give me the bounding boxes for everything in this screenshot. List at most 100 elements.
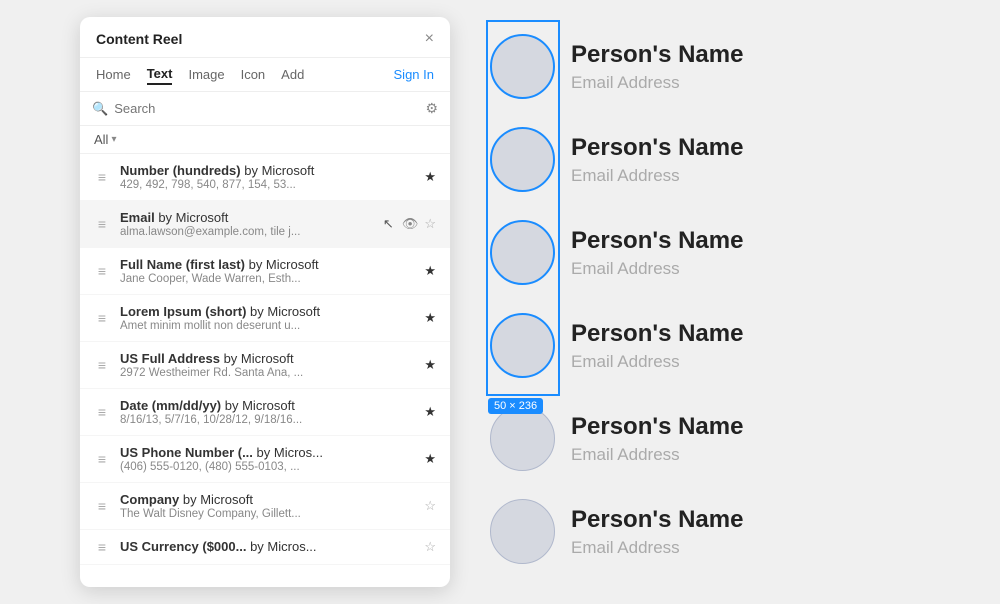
card-text: Person's Name Email Address (571, 227, 743, 279)
star-icon[interactable]: ★ (424, 169, 436, 185)
panel-header: Content Reel × (80, 17, 450, 58)
tab-text[interactable]: Text (147, 66, 173, 85)
list-item[interactable]: ≡ Lorem Ipsum (short) by Microsoft Amet … (80, 295, 450, 342)
card-row: Person's Name Email Address (490, 20, 960, 113)
content-reel-panel: Content Reel × Home Text Image Icon Add … (80, 17, 450, 587)
star-icon[interactable]: ☆ (424, 539, 436, 555)
item-preview: alma.lawson@example.com, tile j... (120, 226, 373, 238)
item-title: Number (hundreds) by Microsoft (120, 163, 414, 178)
avatar (490, 127, 555, 192)
item-title: US Phone Number (... by Micros... (120, 445, 414, 460)
item-actions: ★ (424, 169, 436, 185)
item-actions: ★ (424, 263, 436, 279)
tab-add[interactable]: Add (281, 67, 304, 84)
tab-home[interactable]: Home (96, 67, 131, 84)
avatar (490, 34, 555, 99)
item-title: US Full Address by Microsoft (120, 351, 414, 366)
item-preview: 2972 Westheimer Rd. Santa Ana, ... (120, 367, 414, 379)
star-icon[interactable]: ★ (424, 310, 436, 326)
item-actions: ★ (424, 451, 436, 467)
avatar (490, 406, 555, 471)
list-item[interactable]: ≡ Number (hundreds) by Microsoft 429, 49… (80, 154, 450, 201)
item-content: Lorem Ipsum (short) by Microsoft Amet mi… (120, 304, 414, 332)
card-text: Person's Name Email Address (571, 41, 743, 93)
content-list: ≡ Number (hundreds) by Microsoft 429, 49… (80, 154, 450, 587)
email-address: Email Address (571, 73, 743, 93)
card-row: Person's Name Email Address (490, 485, 960, 578)
filter-row: All ▾ (80, 126, 450, 154)
list-icon: ≡ (94, 169, 110, 185)
item-actions: ★ (424, 310, 436, 326)
list-item[interactable]: ≡ Email by Microsoft alma.lawson@example… (80, 201, 450, 248)
list-item[interactable]: ≡ US Phone Number (... by Micros... (406… (80, 436, 450, 483)
card-text: Person's Name Email Address (571, 134, 743, 186)
list-icon: ≡ (94, 404, 110, 420)
filter-icon[interactable]: ⚙ (425, 100, 438, 117)
item-content: Date (mm/dd/yy) by Microsoft 8/16/13, 5/… (120, 398, 414, 426)
item-content: Number (hundreds) by Microsoft 429, 492,… (120, 163, 414, 191)
item-actions: ★ (424, 404, 436, 420)
list-item[interactable]: ≡ Company by Microsoft The Walt Disney C… (80, 483, 450, 530)
item-actions: ☆ (424, 539, 436, 555)
item-actions: ★ (424, 357, 436, 373)
eye-icon[interactable]: 👁 (402, 216, 419, 232)
list-item[interactable]: ≡ US Full Address by Microsoft 2972 West… (80, 342, 450, 389)
star-icon[interactable]: ★ (424, 404, 436, 420)
item-preview: 8/16/13, 5/7/16, 10/28/12, 9/18/16... (120, 414, 414, 426)
list-item[interactable]: ≡ US Currency ($000... by Micros... ☆ (80, 530, 450, 565)
card-row: Person's Name Email Address (490, 113, 960, 206)
panel-title: Content Reel (96, 31, 182, 47)
card-text: Person's Name Email Address (571, 320, 743, 372)
item-content: Full Name (first last) by Microsoft Jane… (120, 257, 414, 285)
item-preview: Amet minim mollit non deserunt u... (120, 320, 414, 332)
list-icon: ≡ (94, 539, 110, 555)
tab-image[interactable]: Image (188, 67, 224, 84)
list-icon: ≡ (94, 310, 110, 326)
item-content: US Phone Number (... by Micros... (406) … (120, 445, 414, 473)
item-title: US Currency ($000... by Micros... (120, 539, 414, 554)
star-icon[interactable]: ★ (424, 263, 436, 279)
card-row: Person's Name Email Address (490, 392, 960, 485)
list-item[interactable]: ≡ Date (mm/dd/yy) by Microsoft 8/16/13, … (80, 389, 450, 436)
canvas-area: Person's Name Email Address Person's Nam… (450, 0, 1000, 598)
list-icon: ≡ (94, 263, 110, 279)
person-name: Person's Name (571, 506, 743, 534)
star-icon[interactable]: ★ (424, 357, 436, 373)
filter-all-label[interactable]: All ▾ (94, 132, 116, 147)
item-title: Company by Microsoft (120, 492, 414, 507)
star-icon[interactable]: ★ (424, 451, 436, 467)
email-address: Email Address (571, 259, 743, 279)
list-icon: ≡ (94, 357, 110, 373)
person-name: Person's Name (571, 227, 743, 255)
person-name: Person's Name (571, 320, 743, 348)
item-content: US Currency ($000... by Micros... (120, 539, 414, 555)
search-input-wrap: 🔍 (92, 101, 425, 117)
item-actions: ☆ (424, 498, 436, 514)
email-address: Email Address (571, 445, 743, 465)
item-title: Email by Microsoft (120, 210, 373, 225)
close-button[interactable]: × (425, 31, 434, 47)
card-row: Person's Name Email Address (490, 206, 960, 299)
list-item[interactable]: ≡ Full Name (first last) by Microsoft Ja… (80, 248, 450, 295)
tab-icon[interactable]: Icon (241, 67, 266, 84)
search-bar: 🔍 ⚙ (80, 92, 450, 126)
item-preview: Jane Cooper, Wade Warren, Esth... (120, 273, 414, 285)
person-name: Person's Name (571, 134, 743, 162)
card-text: Person's Name Email Address (571, 413, 743, 465)
card-text: Person's Name Email Address (571, 506, 743, 558)
item-title: Date (mm/dd/yy) by Microsoft (120, 398, 414, 413)
item-preview: 429, 492, 798, 540, 877, 154, 53... (120, 179, 414, 191)
list-icon: ≡ (94, 451, 110, 467)
email-address: Email Address (571, 166, 743, 186)
star-icon[interactable]: ☆ (424, 216, 436, 232)
person-name: Person's Name (571, 41, 743, 69)
item-title: Lorem Ipsum (short) by Microsoft (120, 304, 414, 319)
list-icon: ≡ (94, 498, 110, 514)
person-name: Person's Name (571, 413, 743, 441)
card-list: Person's Name Email Address Person's Nam… (490, 20, 960, 578)
sign-in-link[interactable]: Sign In (394, 67, 434, 84)
avatar (490, 313, 555, 378)
card-row: Person's Name Email Address (490, 299, 960, 392)
search-input[interactable] (114, 101, 425, 116)
star-icon[interactable]: ☆ (424, 498, 436, 514)
